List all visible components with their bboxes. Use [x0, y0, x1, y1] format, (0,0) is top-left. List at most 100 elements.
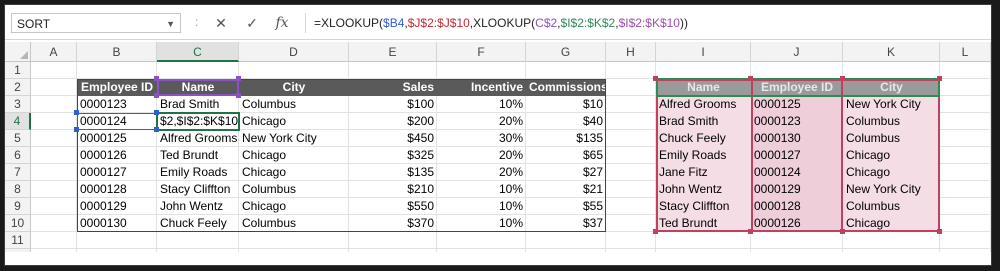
table-cell[interactable]: 10% [437, 215, 526, 232]
column-header-j[interactable]: J [751, 42, 843, 62]
table-cell[interactable]: Columbus [239, 215, 349, 232]
table-cell[interactable]: 0000128 [77, 181, 157, 198]
table2-cell[interactable]: 0000130 [751, 130, 843, 147]
row-header-6[interactable]: 6 [5, 147, 31, 164]
table-cell[interactable]: 0000126 [77, 147, 157, 164]
row-header-11[interactable]: 11 [5, 232, 31, 249]
table-cell[interactable]: $27 [526, 164, 606, 181]
table2-cell[interactable]: Emily Roads [656, 147, 751, 164]
table-cell[interactable]: 20% [437, 164, 526, 181]
table-cell[interactable]: Columbus [239, 181, 349, 198]
row-header-7[interactable]: 7 [5, 164, 31, 181]
table-cell[interactable]: $325 [349, 147, 437, 164]
table-cell[interactable]: 20% [437, 113, 526, 130]
table-cell[interactable]: $135 [526, 130, 606, 147]
table2-cell[interactable]: New York City [843, 181, 940, 198]
column-header-l[interactable]: L [940, 42, 991, 62]
table2-cell[interactable]: 0000128 [751, 198, 843, 215]
table-cell[interactable]: 0000123 [77, 96, 157, 113]
table-cell[interactable]: 20% [437, 147, 526, 164]
column-header-d[interactable]: D [239, 42, 349, 62]
cell-editor[interactable]: $2,$I$2:$K$10)) [157, 113, 239, 130]
enter-check-icon[interactable]: ✓ [241, 13, 263, 33]
table-cell[interactable]: 0000129 [77, 198, 157, 215]
table2-cell[interactable]: Columbus [843, 113, 940, 130]
table2-cell[interactable]: Chuck Feely [656, 130, 751, 147]
table2-cell[interactable]: 0000124 [751, 164, 843, 181]
table-cell[interactable]: $550 [349, 198, 437, 215]
table-cell[interactable]: $370 [349, 215, 437, 232]
table-cell[interactable]: $210 [349, 181, 437, 198]
table-cell[interactable]: 0000127 [77, 164, 157, 181]
formula-input[interactable]: =XLOOKUP($B4,$J$2:$J$10,XLOOKUP(C$2,$I$2… [305, 13, 991, 33]
table2-cell[interactable]: Alfred Grooms [656, 96, 751, 113]
table2-cell[interactable]: 0000127 [751, 147, 843, 164]
row-header-5[interactable]: 5 [5, 130, 31, 147]
table-cell[interactable]: 30% [437, 130, 526, 147]
table-cell[interactable]: Chuck Feely [157, 215, 239, 232]
table-cell[interactable]: Columbus [239, 96, 349, 113]
table-cell[interactable]: New York City [239, 130, 349, 147]
table-cell[interactable]: Chicago [239, 147, 349, 164]
table2-cell[interactable]: 0000125 [751, 96, 843, 113]
table-cell[interactable]: $100 [349, 96, 437, 113]
table-cell[interactable]: $40 [526, 113, 606, 130]
table-cell[interactable]: $200 [349, 113, 437, 130]
table-cell[interactable]: $37 [526, 215, 606, 232]
cancel-icon[interactable]: ✕ [210, 13, 232, 33]
table-cell[interactable]: 10% [437, 96, 526, 113]
column-header-e[interactable]: E [349, 42, 437, 62]
table-cell[interactable]: $65 [526, 147, 606, 164]
select-all-corner[interactable] [5, 42, 31, 62]
table2-cell[interactable]: Columbus [843, 130, 940, 147]
table2-cell[interactable]: New York City [843, 96, 940, 113]
row-header-9[interactable]: 9 [5, 198, 31, 215]
table2-cell[interactable]: Jane Fitz [656, 164, 751, 181]
column-header-h[interactable]: H [606, 42, 656, 62]
table-cell[interactable]: 0000130 [77, 215, 157, 232]
table-cell[interactable]: 0000125 [77, 130, 157, 147]
chevron-down-icon[interactable]: ▼ [166, 14, 175, 34]
table-cell[interactable]: Ted Brundt [157, 147, 239, 164]
table2-cell[interactable]: 0000123 [751, 113, 843, 130]
column-header-i[interactable]: I [656, 42, 751, 62]
table-cell[interactable]: 10% [437, 181, 526, 198]
table-cell[interactable]: $21 [526, 181, 606, 198]
table-cell[interactable]: 10% [437, 198, 526, 215]
table2-cell[interactable]: 0000129 [751, 181, 843, 198]
table-cell[interactable]: Alfred Grooms [157, 130, 239, 147]
table-cell[interactable]: Brad Smith [157, 96, 239, 113]
row-header-2[interactable]: 2 [5, 79, 31, 96]
table-cell[interactable]: $450 [349, 130, 437, 147]
table2-cell[interactable]: Chicago [843, 164, 940, 181]
table2-cell[interactable]: Chicago [843, 215, 940, 232]
table2-cell[interactable]: Columbus [843, 198, 940, 215]
row-header-3[interactable]: 3 [5, 96, 31, 113]
table2-cell[interactable]: Ted Brundt [656, 215, 751, 232]
column-header-g[interactable]: G [526, 42, 606, 62]
table-cell[interactable]: 0000124 [77, 113, 157, 130]
column-header-b[interactable]: B [77, 42, 157, 62]
table-cell[interactable]: Chicago [239, 164, 349, 181]
table-cell[interactable]: John Wentz [157, 198, 239, 215]
table-cell[interactable]: Emily Roads [157, 164, 239, 181]
table-cell[interactable]: Stacy Cliffton [157, 181, 239, 198]
table2-cell[interactable]: John Wentz [656, 181, 751, 198]
table2-cell[interactable]: Chicago [843, 147, 940, 164]
row-header-8[interactable]: 8 [5, 181, 31, 198]
table2-cell[interactable]: 0000126 [751, 215, 843, 232]
row-header-4[interactable]: 4 [5, 113, 31, 130]
column-header-f[interactable]: F [437, 42, 526, 62]
column-header-c[interactable]: C [157, 42, 239, 62]
table-cell[interactable]: Chicago [239, 198, 349, 215]
name-box[interactable]: SORT ▼ [11, 13, 181, 33]
table2-cell[interactable]: Brad Smith [656, 113, 751, 130]
table2-cell[interactable]: Stacy Cliffton [656, 198, 751, 215]
table-cell[interactable]: $10 [526, 96, 606, 113]
column-header-k[interactable]: K [843, 42, 940, 62]
table-cell[interactable]: $135 [349, 164, 437, 181]
table-cell[interactable]: $55 [526, 198, 606, 215]
row-header-10[interactable]: 10 [5, 215, 31, 232]
table-cell[interactable]: Chicago [239, 113, 349, 130]
insert-function-icon[interactable]: fx [271, 13, 293, 33]
